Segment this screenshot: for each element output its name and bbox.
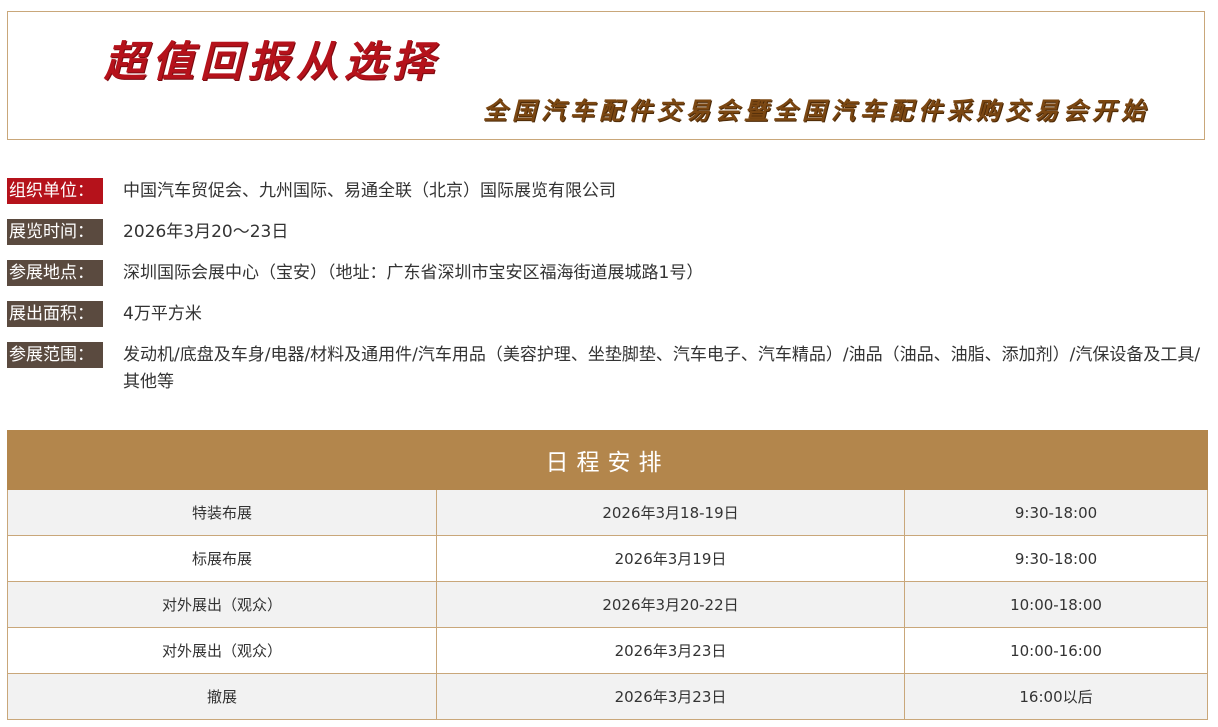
table-cell-date: 2026年3月19日 bbox=[436, 535, 905, 582]
table-cell-time: 16:00以后 bbox=[903, 673, 1209, 720]
info-label: 参展地点： bbox=[7, 260, 103, 286]
table-cell-time: 9:30-18:00 bbox=[903, 489, 1209, 536]
info-value: 发动机/底盘及车身/电器/材料及通用件/汽车用品（美容护理、坐垫脚垫、汽车电子、… bbox=[123, 345, 1201, 392]
table-cell-stage: 撤展 bbox=[7, 673, 437, 720]
table-cell-stage: 对外展出（观众） bbox=[7, 627, 437, 674]
table-cell-stage: 对外展出（观众） bbox=[7, 581, 437, 628]
info-label: 展览时间： bbox=[7, 219, 103, 245]
table-cell-date: 2026年3月23日 bbox=[436, 673, 905, 720]
table-cell-stage: 特装布展 bbox=[7, 489, 437, 536]
table-cell-date: 2026年3月18-19日 bbox=[436, 489, 905, 536]
info-value: 4万平方米 bbox=[123, 304, 202, 324]
table-cell-time: 10:00-16:00 bbox=[903, 627, 1209, 674]
table-row: 撤展 2026年3月23日 16:00以后 bbox=[7, 673, 1209, 720]
schedule-header: 日程安排 bbox=[6, 430, 1209, 490]
table-row: 特装布展 2026年3月18-19日 9:30-18:00 bbox=[7, 489, 1209, 536]
info-row-area: 展出面积： 4万平方米 bbox=[7, 301, 1207, 328]
info-row-location: 参展地点： 深圳国际会展中心（宝安）（地址：广东省深圳市宝安区福海街道展城路1号… bbox=[7, 260, 1207, 287]
table-cell-time: 10:00-18:00 bbox=[903, 581, 1209, 628]
banner: 超值回报从选择 全国汽车配件交易会暨全国汽车配件采购交易会开始 bbox=[7, 11, 1205, 140]
table-row: 对外展出（观众） 2026年3月23日 10:00-16:00 bbox=[7, 627, 1209, 674]
info-label: 组织单位： bbox=[7, 178, 103, 204]
info-label: 参展范围： bbox=[7, 342, 103, 368]
info-row-time: 展览时间： 2026年3月20～23日 bbox=[7, 219, 1207, 246]
table-row: 对外展出（观众） 2026年3月20-22日 10:00-18:00 bbox=[7, 581, 1209, 628]
table-cell-time: 9:30-18:00 bbox=[903, 535, 1209, 582]
info-row-organizer: 组织单位： 中国汽车贸促会、九州国际、易通全联（北京）国际展览有限公司 bbox=[7, 178, 1207, 205]
info-label: 展出面积： bbox=[7, 301, 103, 327]
schedule-header-row: 日程安排 bbox=[6, 430, 1209, 490]
info-row-scope: 参展范围： 发动机/底盘及车身/电器/材料及通用件/汽车用品（美容护理、坐垫脚垫… bbox=[7, 342, 1207, 396]
table-row: 标展布展 2026年3月19日 9:30-18:00 bbox=[7, 535, 1209, 582]
banner-title: 超值回报从选择 bbox=[104, 37, 441, 86]
info-value: 中国汽车贸促会、九州国际、易通全联（北京）国际展览有限公司 bbox=[123, 181, 616, 201]
banner-subtitle: 全国汽车配件交易会暨全国汽车配件采购交易会开始 bbox=[483, 96, 1150, 125]
table-cell-date: 2026年3月23日 bbox=[436, 627, 905, 674]
table-cell-date: 2026年3月20-22日 bbox=[436, 581, 905, 628]
info-value: 深圳国际会展中心（宝安）（地址：广东省深圳市宝安区福海街道展城路1号） bbox=[123, 263, 704, 283]
schedule-table: 日程安排 特装布展 2026年3月18-19日 9:30-18:00 标展布展 … bbox=[6, 430, 1209, 720]
info-value: 2026年3月20～23日 bbox=[123, 222, 289, 242]
info-list: 组织单位： 中国汽车贸促会、九州国际、易通全联（北京）国际展览有限公司 展览时间… bbox=[7, 178, 1207, 410]
table-cell-stage: 标展布展 bbox=[7, 535, 437, 582]
